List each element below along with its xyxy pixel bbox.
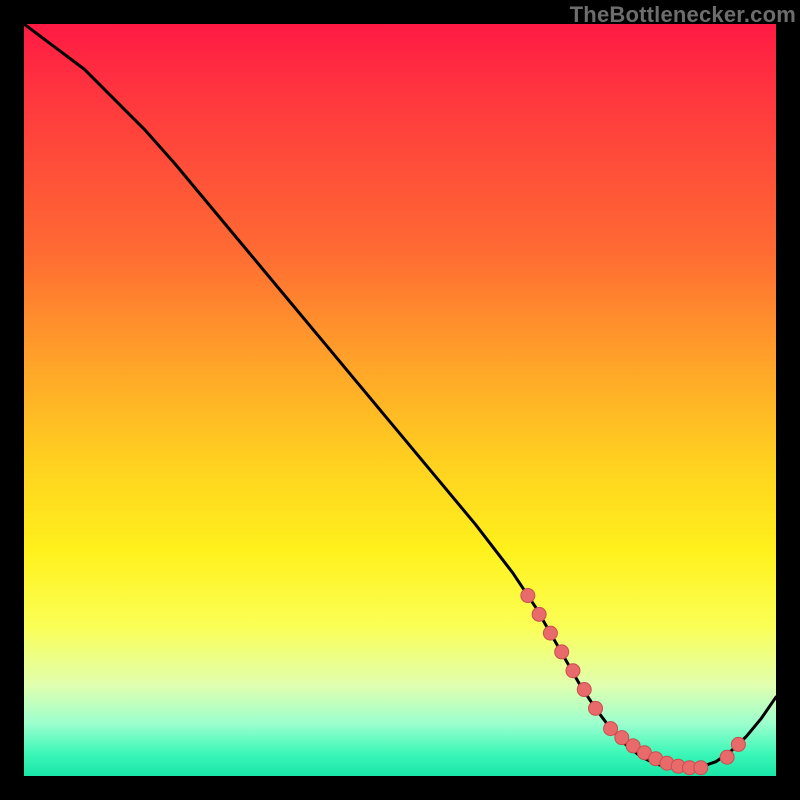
- highlight-dot: [731, 737, 745, 751]
- highlight-dot: [694, 761, 708, 775]
- highlight-dot: [543, 626, 557, 640]
- chart-frame: TheBottlenecker.com: [0, 0, 800, 800]
- highlight-dot: [577, 683, 591, 697]
- watermark-text: TheBottlenecker.com: [570, 2, 796, 28]
- highlight-dot: [604, 722, 618, 736]
- plot-area: [24, 24, 776, 776]
- highlight-dot: [521, 589, 535, 603]
- highlight-dot: [720, 750, 734, 764]
- highlight-dot: [589, 701, 603, 715]
- highlight-dot: [555, 645, 569, 659]
- bottleneck-curve: [24, 24, 776, 768]
- highlight-dot: [566, 664, 580, 678]
- curve-overlay: [24, 24, 776, 776]
- highlight-dot: [532, 607, 546, 621]
